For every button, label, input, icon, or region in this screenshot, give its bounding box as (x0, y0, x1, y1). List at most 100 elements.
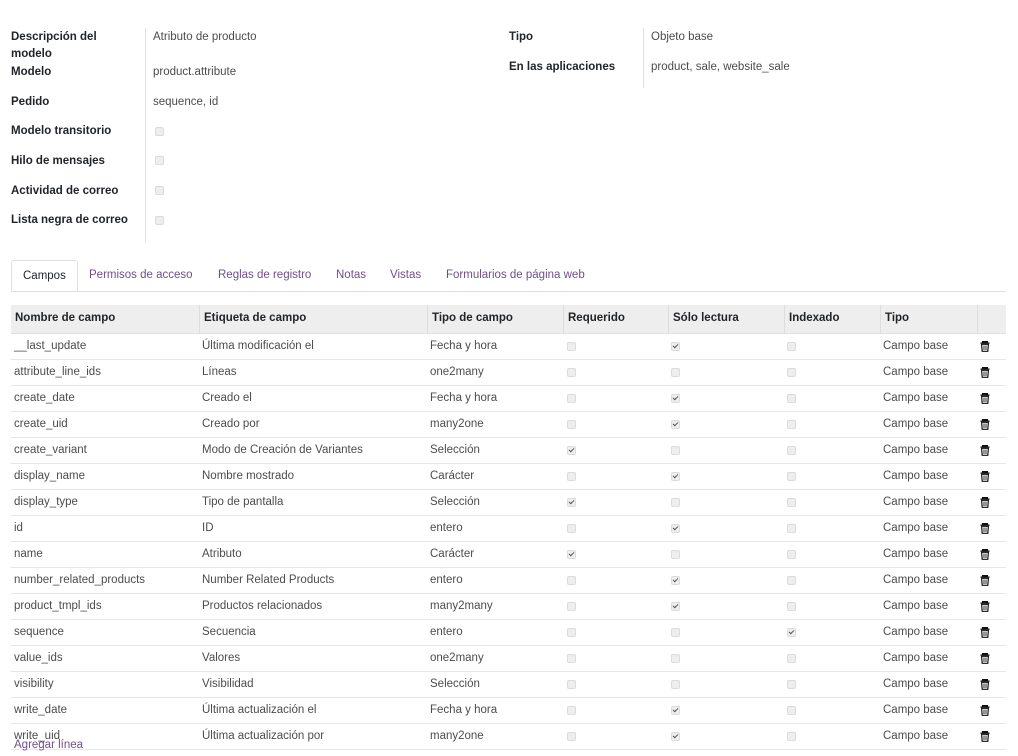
column-header-field-label[interactable]: Etiqueta de campo (199, 305, 427, 333)
readonly-checkbox[interactable] (671, 472, 680, 481)
readonly-checkbox[interactable] (671, 368, 680, 377)
transient-model-checkbox[interactable] (155, 127, 164, 136)
required-checkbox[interactable] (567, 524, 576, 533)
trash-icon[interactable] (979, 574, 991, 586)
field-label-cell[interactable]: Creado por (202, 412, 260, 437)
indexed-checkbox[interactable] (787, 654, 796, 663)
trash-icon[interactable] (979, 340, 991, 352)
tab-website-forms[interactable]: Formularios de página web (435, 260, 596, 290)
field-label-cell[interactable]: Valores (202, 646, 240, 671)
field-type-cell[interactable]: many2many (430, 594, 493, 619)
field-name-cell[interactable]: display_type (14, 490, 78, 515)
table-row[interactable]: name Atributo Carácter Campo base (11, 542, 1006, 568)
tab-views[interactable]: Vistas (379, 260, 432, 290)
readonly-checkbox[interactable] (671, 732, 680, 741)
field-type-cell[interactable]: many2one (430, 412, 484, 437)
indexed-checkbox[interactable] (787, 680, 796, 689)
field-label-cell[interactable]: ID (202, 516, 214, 541)
field-type-cell[interactable]: one2many (430, 646, 484, 671)
trash-icon[interactable] (979, 600, 991, 612)
field-name-cell[interactable]: write_date (14, 698, 67, 723)
trash-icon[interactable] (979, 496, 991, 508)
required-checkbox[interactable] (567, 498, 576, 507)
table-row[interactable]: value_ids Valores one2many Campo base (11, 646, 1006, 672)
indexed-checkbox[interactable] (787, 628, 796, 637)
required-checkbox[interactable] (567, 706, 576, 715)
field-type-cell[interactable]: entero (430, 568, 463, 593)
field-label-cell[interactable]: Modo de Creación de Variantes (202, 438, 363, 463)
column-header-field-name[interactable]: Nombre de campo (11, 305, 199, 333)
tab-access-rights[interactable]: Permisos de acceso (78, 260, 204, 290)
readonly-checkbox[interactable] (671, 498, 680, 507)
tab-notes[interactable]: Notas (325, 260, 377, 290)
readonly-checkbox[interactable] (671, 550, 680, 559)
field-type-cell[interactable]: Carácter (430, 464, 474, 489)
required-checkbox[interactable] (567, 394, 576, 403)
trash-icon[interactable] (979, 548, 991, 560)
add-line-link[interactable]: Agregar línea (14, 739, 83, 751)
table-row[interactable]: create_uid Creado por many2one Campo base (11, 412, 1006, 438)
field-type-cell[interactable]: Selección (430, 672, 480, 697)
field-type-cell[interactable]: Fecha y hora (430, 334, 497, 359)
field-type-cell[interactable]: one2many (430, 360, 484, 385)
readonly-checkbox[interactable] (671, 706, 680, 715)
readonly-checkbox[interactable] (671, 342, 680, 351)
field-name-cell[interactable]: product_tmpl_ids (14, 594, 102, 619)
indexed-checkbox[interactable] (787, 472, 796, 481)
indexed-checkbox[interactable] (787, 706, 796, 715)
required-checkbox[interactable] (567, 576, 576, 585)
trash-icon[interactable] (979, 626, 991, 638)
indexed-checkbox[interactable] (787, 394, 796, 403)
field-name-cell[interactable]: visibility (14, 672, 54, 697)
table-row[interactable]: create_date Creado el Fecha y hora Campo ba… (11, 386, 1006, 412)
required-checkbox[interactable] (567, 550, 576, 559)
readonly-checkbox[interactable] (671, 628, 680, 637)
field-label-cell[interactable]: Líneas (202, 360, 237, 385)
field-type-cell[interactable]: Selección (430, 438, 480, 463)
column-header-indexed[interactable]: Indexado (784, 305, 880, 333)
column-header-field-type[interactable]: Tipo de campo (427, 305, 564, 333)
mail-thread-checkbox[interactable] (155, 156, 164, 165)
field-name-cell[interactable]: sequence (14, 620, 64, 645)
indexed-checkbox[interactable] (787, 524, 796, 533)
readonly-checkbox[interactable] (671, 394, 680, 403)
field-type-cell[interactable]: Carácter (430, 542, 474, 567)
table-row[interactable]: number_related_products Number Related Pr… (11, 568, 1006, 594)
field-name-cell[interactable]: create_uid (14, 412, 68, 437)
field-type-cell[interactable]: many2one (430, 724, 484, 749)
model-description-value[interactable]: Atributo de producto (153, 29, 257, 46)
required-checkbox[interactable] (567, 628, 576, 637)
table-row[interactable]: id ID entero Campo base (11, 516, 1006, 542)
table-row[interactable]: visibility Visibilidad Selección Campo base (11, 672, 1006, 698)
field-type-cell[interactable]: entero (430, 516, 463, 541)
readonly-checkbox[interactable] (671, 654, 680, 663)
field-label-cell[interactable]: Tipo de pantalla (202, 490, 283, 515)
field-name-cell[interactable]: number_related_products (14, 568, 145, 593)
field-type-cell[interactable]: Selección (430, 490, 480, 515)
trash-icon[interactable] (979, 392, 991, 404)
trash-icon[interactable] (979, 444, 991, 456)
readonly-checkbox[interactable] (671, 446, 680, 455)
table-row[interactable]: sequence Secuencia entero Campo base (11, 620, 1006, 646)
required-checkbox[interactable] (567, 446, 576, 455)
field-name-cell[interactable]: value_ids (14, 646, 63, 671)
required-checkbox[interactable] (567, 602, 576, 611)
field-name-cell[interactable]: name (14, 542, 43, 567)
order-value[interactable]: sequence, id (153, 94, 218, 111)
field-label-cell[interactable]: Number Related Products (202, 568, 334, 593)
trash-icon[interactable] (979, 704, 991, 716)
readonly-checkbox[interactable] (671, 420, 680, 429)
trash-icon[interactable] (979, 522, 991, 534)
field-label-cell[interactable]: Creado el (202, 386, 252, 411)
field-name-cell[interactable]: create_variant (14, 438, 87, 463)
table-row[interactable]: display_type Tipo de pantalla Selección Cam… (11, 490, 1006, 516)
table-row[interactable]: product_tmpl_ids Productos relacionados ma… (11, 594, 1006, 620)
required-checkbox[interactable] (567, 732, 576, 741)
indexed-checkbox[interactable] (787, 368, 796, 377)
table-row[interactable]: write_date Última actualización el Fecha y… (11, 698, 1006, 724)
field-type-cell[interactable]: entero (430, 620, 463, 645)
required-checkbox[interactable] (567, 368, 576, 377)
required-checkbox[interactable] (567, 680, 576, 689)
column-header-readonly[interactable]: Sólo lectura (668, 305, 785, 333)
field-label-cell[interactable]: Última actualización el (202, 698, 316, 723)
